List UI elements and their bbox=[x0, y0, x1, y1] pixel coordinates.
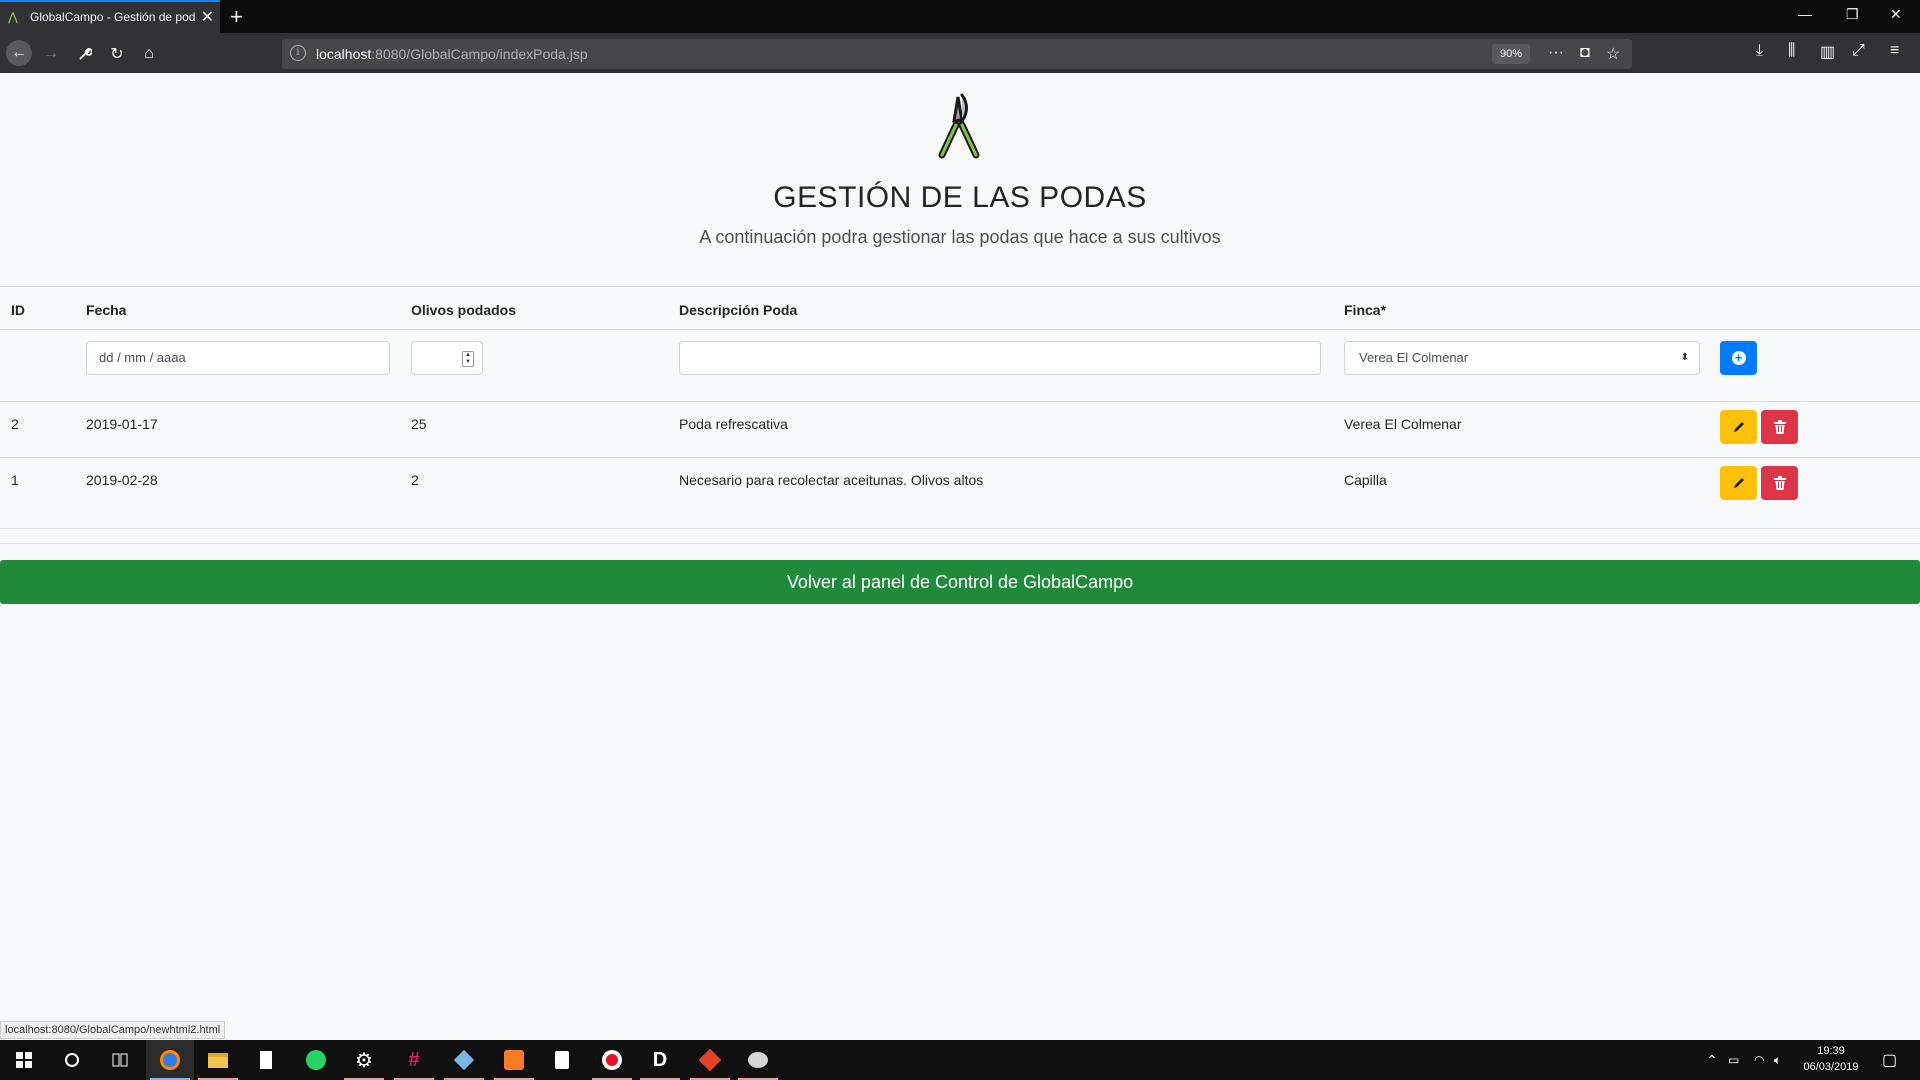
git-kraken-icon[interactable] bbox=[686, 1040, 734, 1080]
pruning-shears-icon bbox=[938, 93, 980, 159]
volume-icon[interactable]: 🔈︎ bbox=[1774, 1040, 1781, 1080]
cortana-search-icon[interactable] bbox=[48, 1040, 96, 1080]
zoom-badge[interactable]: 90% bbox=[1492, 44, 1531, 64]
cell-descripcion: Necesario para recolectar aceitunas. Oli… bbox=[679, 472, 984, 488]
slack-icon[interactable]: # bbox=[390, 1040, 438, 1080]
sidebar-icon[interactable]: ▥ bbox=[1820, 42, 1835, 62]
tab-close-icon[interactable]: ✕ bbox=[201, 7, 214, 27]
page-title: GESTIÓN DE LAS PODAS bbox=[773, 181, 1147, 214]
virtualbox-icon[interactable] bbox=[440, 1040, 488, 1080]
tab-active-indicator bbox=[0, 0, 220, 2]
shears-favicon-icon: ⋀ bbox=[8, 9, 18, 24]
reload-icon[interactable]: ↻ bbox=[104, 41, 130, 67]
url-host: localhost bbox=[316, 46, 372, 62]
col-header-fecha: Fecha bbox=[86, 302, 127, 318]
col-header-id: ID bbox=[11, 302, 25, 318]
edit-button[interactable] bbox=[1720, 410, 1757, 444]
fullscreen-icon[interactable]: ⤢ bbox=[1852, 42, 1865, 60]
dbeaver-icon[interactable]: D bbox=[636, 1040, 684, 1080]
table-bottom-border bbox=[0, 528, 1920, 529]
cell-fecha: 2019-01-17 bbox=[86, 416, 158, 432]
olives-number-input[interactable]: ▲ ▼ bbox=[411, 341, 483, 375]
tab-title: GlobalCampo - Gestión de pod bbox=[30, 9, 196, 24]
browser-tabbar: ⋀ GlobalCampo - Gestión de pod ✕ + — ❐ ✕ bbox=[0, 0, 1920, 33]
downloads-icon[interactable]: ⤓ bbox=[1756, 42, 1763, 60]
windows-taskbar: ⚙ # D ⌃ ▭ ◠ 🔈︎ 19:39 06/03/2019 ▢ bbox=[0, 1040, 1920, 1080]
photos-app-icon[interactable] bbox=[538, 1040, 586, 1080]
description-input[interactable] bbox=[679, 341, 1321, 375]
edit-button[interactable] bbox=[1720, 466, 1757, 500]
home-icon[interactable]: ⌂ bbox=[136, 41, 162, 67]
clock-time: 19:39 bbox=[1817, 1045, 1845, 1057]
url-text[interactable]: localhost:8080/GlobalCampo/indexPoda.jsp bbox=[316, 46, 588, 62]
number-spinner-icon[interactable]: ▲ ▼ bbox=[462, 351, 474, 367]
trash-icon bbox=[1773, 476, 1786, 490]
url-path: :8080/GlobalCampo/indexPoda.jsp bbox=[371, 46, 588, 62]
col-header-descripcion: Descripción Poda bbox=[679, 302, 798, 318]
task-view-icon[interactable] bbox=[96, 1040, 144, 1080]
col-header-finca: Finca* bbox=[1344, 302, 1387, 318]
forward-arrow-icon[interactable]: → bbox=[38, 41, 64, 67]
restore-icon[interactable]: ❐ bbox=[1846, 6, 1859, 23]
notes-app-icon[interactable] bbox=[242, 1040, 290, 1080]
wrench-icon[interactable] bbox=[72, 41, 98, 67]
page-content: GESTIÓN DE LAS PODAS A continuación podr… bbox=[0, 73, 1920, 1038]
settings-gear-icon[interactable]: ⚙ bbox=[340, 1040, 388, 1080]
table-top-border bbox=[0, 286, 1920, 287]
file-explorer-icon[interactable] bbox=[194, 1040, 242, 1080]
bookmark-star-icon[interactable]: ☆ bbox=[1606, 44, 1620, 64]
trash-icon bbox=[1773, 420, 1786, 434]
cell-olivos: 2 bbox=[411, 472, 419, 488]
cell-id: 2 bbox=[11, 416, 19, 432]
tray-chevron-icon[interactable]: ⌃ bbox=[1706, 1040, 1718, 1080]
pencil-icon bbox=[1733, 478, 1744, 488]
section-divider bbox=[0, 543, 1920, 544]
cell-finca: Capilla bbox=[1344, 472, 1387, 488]
status-bar-url: localhost:8080/GlobalCampo/newhtml2.html bbox=[0, 1021, 226, 1039]
back-to-panel-button[interactable]: Volver al panel de Control de GlobalCamp… bbox=[0, 560, 1920, 604]
new-tab-icon[interactable]: + bbox=[230, 4, 243, 30]
header-border bbox=[0, 329, 1920, 330]
battery-icon[interactable]: ▭ bbox=[1728, 1040, 1739, 1080]
wifi-icon[interactable]: ◠ bbox=[1754, 1040, 1764, 1080]
page-subtitle: A continuación podra gestionar las podas… bbox=[699, 227, 1221, 247]
paint-app-icon[interactable] bbox=[734, 1040, 782, 1080]
row-border bbox=[0, 401, 1920, 402]
window-close-icon[interactable]: ✕ bbox=[1890, 6, 1902, 23]
cell-id: 1 bbox=[11, 472, 19, 488]
browser-navbar: ← → ↻ ⌂ i localhost:8080/GlobalCampo/ind… bbox=[0, 33, 1920, 73]
plus-circle-icon: + bbox=[1731, 351, 1746, 365]
page-actions-icon[interactable]: ··· bbox=[1548, 44, 1564, 62]
notifications-icon[interactable]: ▢ bbox=[1882, 1040, 1897, 1080]
add-poda-button[interactable]: + bbox=[1720, 341, 1757, 375]
firefox-taskbar-icon[interactable] bbox=[146, 1040, 194, 1080]
date-input[interactable]: dd / mm / aaaa bbox=[86, 341, 390, 375]
cell-olivos: 25 bbox=[411, 416, 427, 432]
col-header-olivos: Olivos podados bbox=[411, 302, 517, 318]
pencil-icon bbox=[1733, 422, 1744, 432]
whatsapp-icon[interactable] bbox=[292, 1040, 340, 1080]
finca-select[interactable]: Verea El Colmenar ⬍ bbox=[1344, 341, 1700, 375]
cell-descripcion: Poda refrescativa bbox=[679, 416, 788, 432]
clock-date: 06/03/2019 bbox=[1803, 1061, 1859, 1073]
cell-fecha: 2019-02-28 bbox=[86, 472, 158, 488]
address-bar[interactable]: i localhost:8080/GlobalCampo/indexPoda.j… bbox=[282, 39, 1632, 69]
pocket-icon[interactable]: ◘ bbox=[1580, 44, 1590, 62]
row-border bbox=[0, 457, 1920, 458]
xampp-icon[interactable] bbox=[490, 1040, 538, 1080]
library-icon[interactable]: ⫼ bbox=[1788, 42, 1795, 60]
site-info-icon[interactable]: i bbox=[290, 45, 306, 61]
select-caret-icon: ⬍ bbox=[1680, 352, 1689, 363]
record-icon[interactable] bbox=[588, 1040, 636, 1080]
back-arrow-icon[interactable]: ← bbox=[6, 40, 32, 66]
browser-tab[interactable]: ⋀ GlobalCampo - Gestión de pod ✕ bbox=[0, 0, 220, 33]
taskbar-clock[interactable]: 19:39 06/03/2019 bbox=[1796, 1043, 1866, 1075]
menu-icon[interactable]: ≡ bbox=[1890, 42, 1899, 60]
delete-button[interactable] bbox=[1761, 410, 1798, 444]
delete-button[interactable] bbox=[1761, 466, 1798, 500]
windows-start-icon[interactable] bbox=[0, 1040, 48, 1080]
minimize-icon[interactable]: — bbox=[1798, 6, 1812, 22]
cell-finca: Verea El Colmenar bbox=[1344, 416, 1462, 432]
finca-selected: Verea El Colmenar bbox=[1359, 350, 1469, 365]
